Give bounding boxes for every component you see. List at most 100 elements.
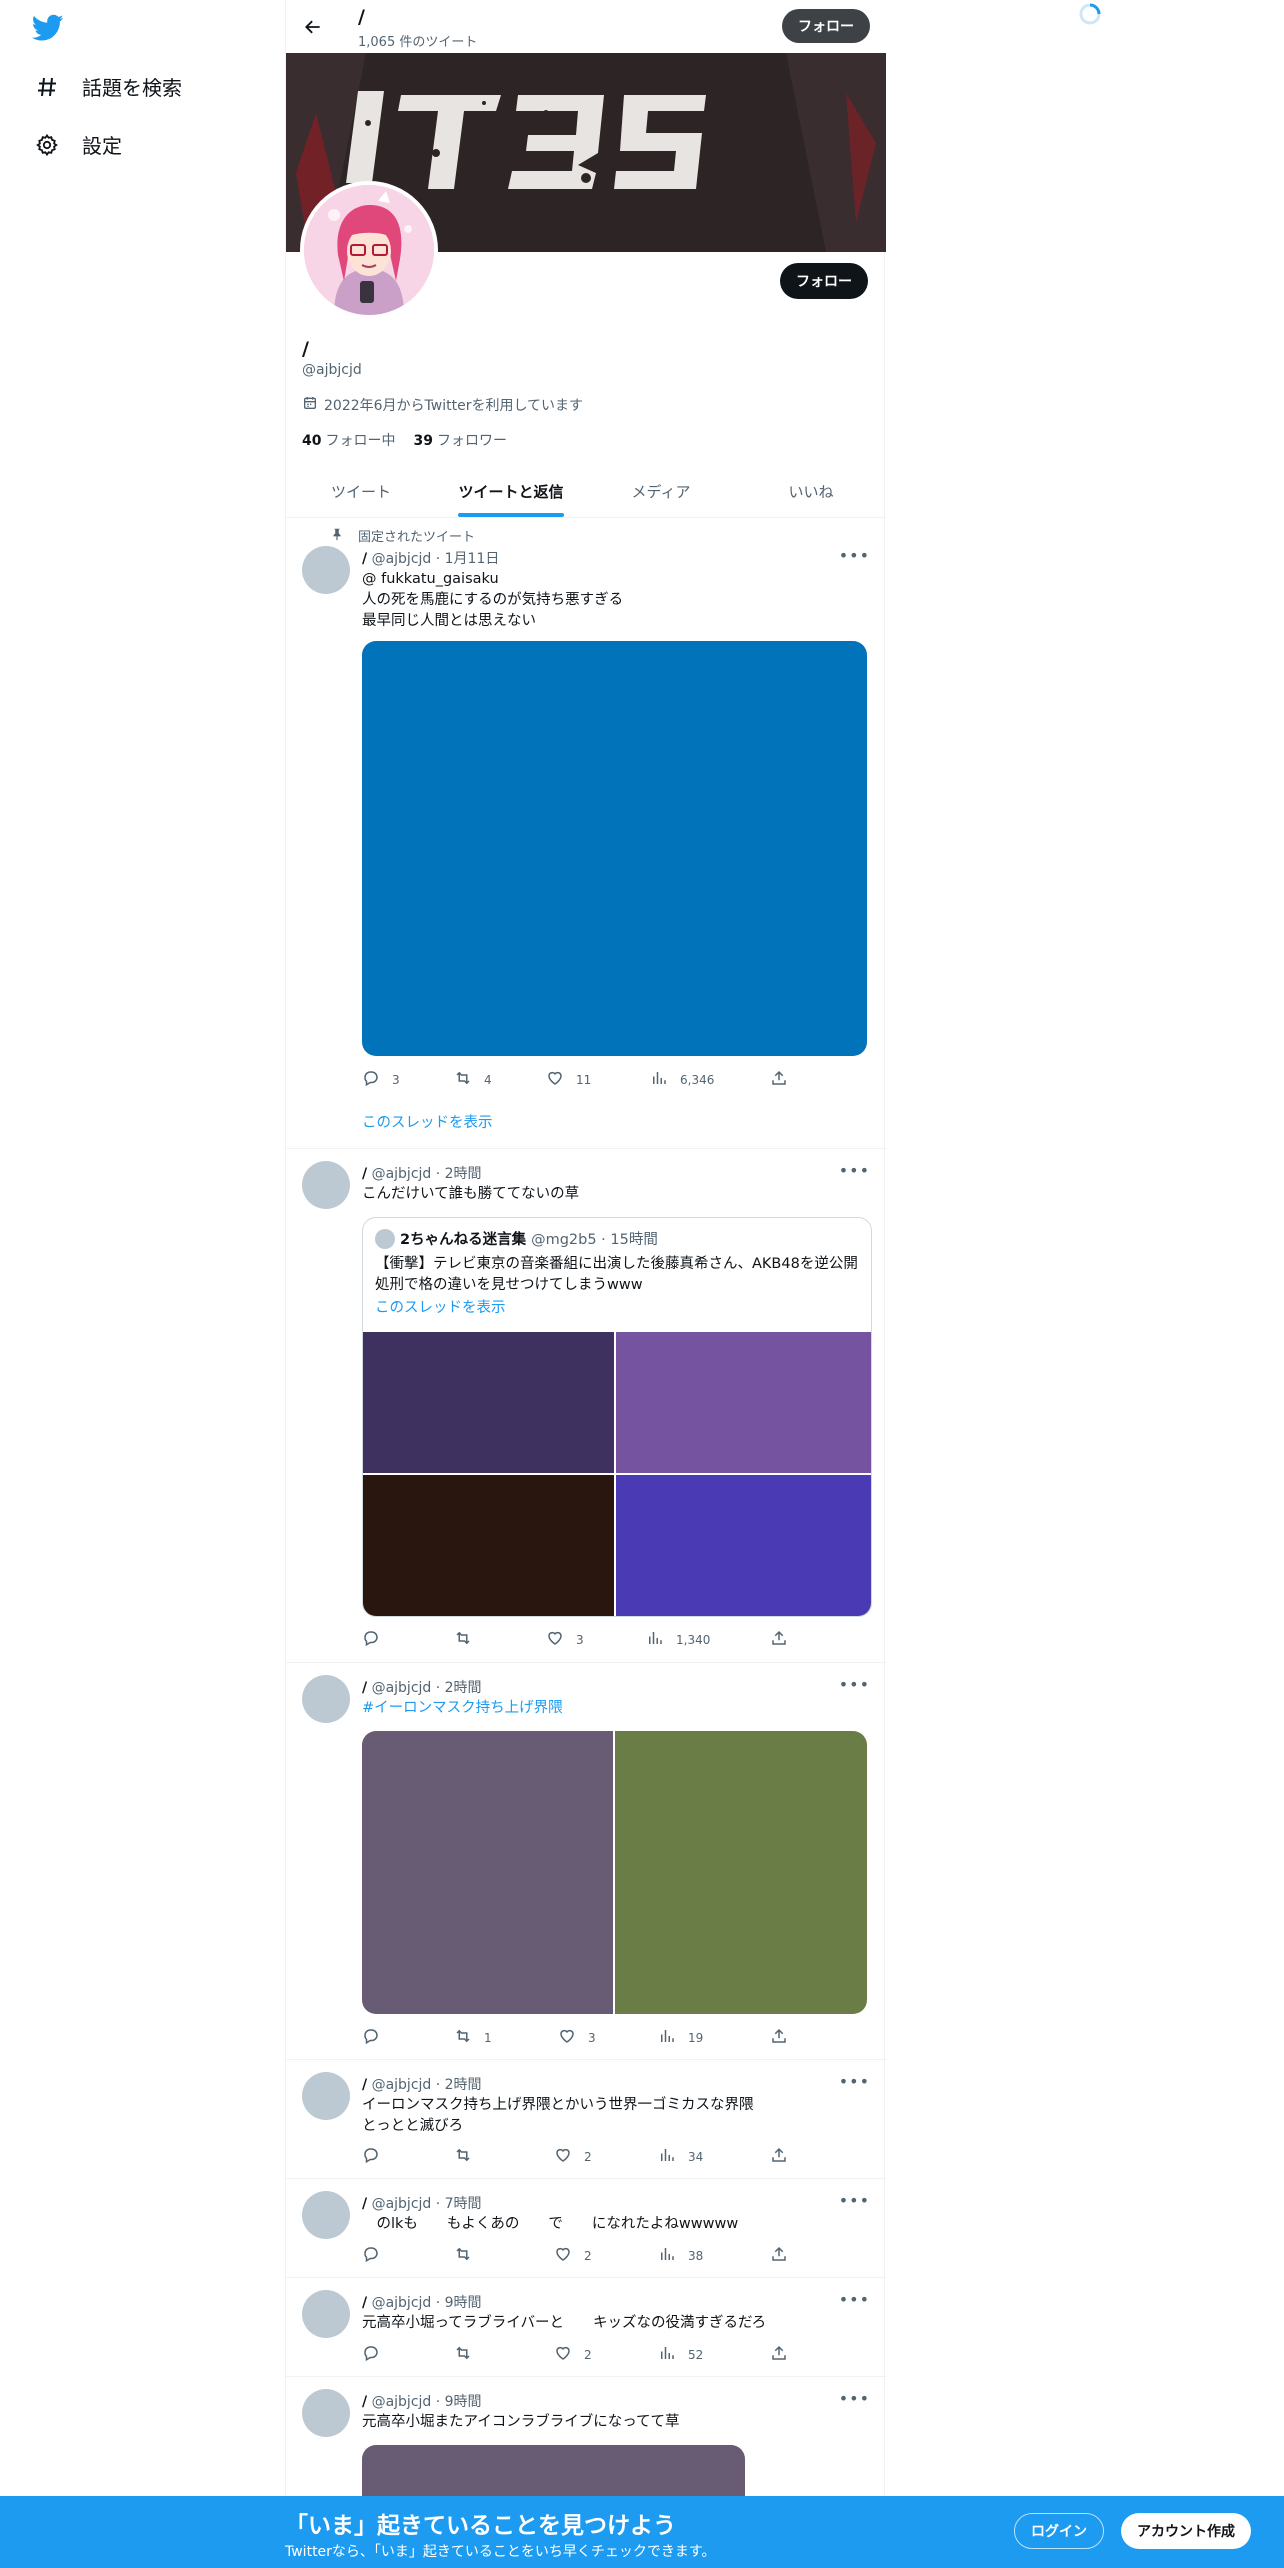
more-icon[interactable]: ••• bbox=[839, 1675, 870, 1694]
like-button[interactable]: 3 bbox=[558, 2027, 596, 2048]
share-button[interactable] bbox=[770, 1069, 788, 1090]
retweet-button[interactable] bbox=[454, 2344, 484, 2365]
quote-media-1[interactable] bbox=[363, 1332, 614, 1473]
reply-button[interactable] bbox=[362, 2245, 392, 2266]
nav-settings[interactable]: 設定 bbox=[34, 130, 122, 159]
views-button[interactable]: 19 bbox=[658, 2027, 703, 2048]
tweet-meta[interactable]: @ajbjcjd · 2時間 bbox=[372, 2077, 482, 2093]
tweet-avatar[interactable] bbox=[302, 546, 350, 594]
quote-media-3[interactable] bbox=[363, 1475, 614, 1616]
share-button[interactable] bbox=[770, 2146, 788, 2167]
quote-thread-link[interactable]: このスレッドを表示 bbox=[375, 1296, 506, 1317]
like-button[interactable]: 2 bbox=[554, 2146, 592, 2167]
twitter-bird-icon[interactable] bbox=[31, 14, 64, 42]
media-image-1[interactable] bbox=[362, 1731, 613, 2014]
quote-text: 【衝撃】テレビ東京の音楽番組に出演した後藤真希さん、AKB48を逆公開処刑で格の… bbox=[375, 1256, 858, 1293]
like-button[interactable]: 11 bbox=[546, 1069, 591, 1090]
header-follow-button[interactable]: フォロー bbox=[782, 9, 870, 43]
login-button[interactable]: ログイン bbox=[1014, 2513, 1104, 2549]
tweet-author[interactable]: / bbox=[362, 551, 367, 567]
views-button[interactable]: 34 bbox=[658, 2146, 703, 2167]
tweet-meta[interactable]: @ajbjcjd · 2時間 bbox=[372, 1680, 482, 1696]
reply-count: 3 bbox=[392, 1072, 400, 1087]
tweet-pinned[interactable]: 固定されたツイート / @ajbjcjd · 1月11日 ••• @ fukka… bbox=[286, 518, 886, 1149]
tweet-media[interactable] bbox=[362, 1731, 867, 2014]
views-button[interactable]: 1,340 bbox=[646, 1629, 710, 1650]
reply-button[interactable] bbox=[362, 1629, 392, 1650]
retweet-button[interactable]: 1 bbox=[454, 2027, 492, 2048]
more-icon[interactable]: ••• bbox=[839, 1161, 870, 1180]
nav-explore[interactable]: 話題を検索 bbox=[34, 72, 182, 101]
more-icon[interactable]: ••• bbox=[839, 2290, 870, 2309]
reply-button[interactable] bbox=[362, 2027, 392, 2048]
following-link[interactable]: 40 フォロー中 bbox=[302, 430, 395, 450]
more-icon[interactable]: ••• bbox=[839, 2072, 870, 2091]
more-icon[interactable]: ••• bbox=[839, 2389, 870, 2408]
tweet-meta[interactable]: @ajbjcjd · 9時間 bbox=[372, 2394, 482, 2410]
quote-media-4[interactable] bbox=[616, 1475, 871, 1616]
tweet-meta[interactable]: @ajbjcjd · 2時間 bbox=[372, 1166, 482, 1182]
tweet[interactable]: / @ajbjcjd · 7時間 ••• のlkも もよくあの で になれたよね… bbox=[286, 2179, 886, 2278]
tweet[interactable]: / @ajbjcjd · 2時間 ••• #イーロンマスク持ち上げ界隈 1 3 … bbox=[286, 1663, 886, 2060]
tweet-author[interactable]: / bbox=[362, 2394, 367, 2410]
retweet-button[interactable] bbox=[454, 2245, 484, 2266]
tweet-author[interactable]: / bbox=[362, 2295, 367, 2311]
like-button[interactable]: 2 bbox=[554, 2344, 592, 2365]
tweet-meta[interactable]: @ajbjcjd · 7時間 bbox=[372, 2196, 482, 2212]
views-button[interactable]: 6,346 bbox=[650, 1069, 714, 1090]
tweet-avatar[interactable] bbox=[302, 2290, 350, 2338]
heart-icon bbox=[558, 2027, 576, 2048]
tweet-author[interactable]: / bbox=[362, 1680, 367, 1696]
hashtag-link[interactable]: #イーロンマスク持ち上げ界隈 bbox=[362, 1698, 872, 1719]
tweet-avatar[interactable] bbox=[302, 2389, 350, 2437]
tweet-avatar[interactable] bbox=[302, 1161, 350, 1209]
more-icon[interactable]: ••• bbox=[839, 2191, 870, 2210]
like-button[interactable]: 3 bbox=[546, 1629, 584, 1650]
share-button[interactable] bbox=[770, 2245, 788, 2266]
tweet[interactable]: / @ajbjcjd · 2時間 ••• こんだけいて誰も勝ててないの草 2ちゃ… bbox=[286, 1149, 886, 1663]
tweet-meta[interactable]: @ajbjcjd · 9時間 bbox=[372, 2295, 482, 2311]
show-thread-link[interactable]: このスレッドを表示 bbox=[362, 1113, 872, 1134]
retweet-button[interactable] bbox=[454, 1629, 484, 1650]
reply-button[interactable] bbox=[362, 2146, 392, 2167]
tweet-avatar[interactable] bbox=[302, 2191, 350, 2239]
tab-likes[interactable]: いいね bbox=[736, 465, 886, 517]
tweet[interactable]: / @ajbjcjd · 2時間 ••• イーロンマスク持ち上げ界隈とかいう世界… bbox=[286, 2060, 886, 2179]
views-count: 19 bbox=[688, 2030, 704, 2045]
like-button[interactable]: 2 bbox=[554, 2245, 592, 2266]
share-button[interactable] bbox=[770, 1629, 788, 1650]
retweet-button[interactable]: 4 bbox=[454, 1069, 492, 1090]
quoted-tweet[interactable]: 2ちゃんねる迷言集 @mg2b5 · 15時間 【衝撃】テレビ東京の音楽番組に出… bbox=[362, 1217, 872, 1617]
tweet-media[interactable] bbox=[362, 641, 867, 1056]
tweet-meta[interactable]: @ajbjcjd · 1月11日 bbox=[372, 551, 500, 567]
tweet-avatar[interactable] bbox=[302, 1675, 350, 1723]
views-icon bbox=[650, 1069, 668, 1090]
signup-button[interactable]: アカウント作成 bbox=[1121, 2513, 1251, 2549]
share-button[interactable] bbox=[770, 2344, 788, 2365]
reply-button[interactable]: 3 bbox=[362, 1069, 400, 1090]
tweet-avatar[interactable] bbox=[302, 2072, 350, 2120]
views-button[interactable]: 52 bbox=[658, 2344, 703, 2365]
tab-tweets[interactable]: ツイート bbox=[286, 465, 436, 517]
follow-button[interactable]: フォロー bbox=[780, 263, 868, 299]
tweet-author[interactable]: / bbox=[362, 2196, 367, 2212]
tweet-author[interactable]: / bbox=[362, 1166, 367, 1182]
tweet-author[interactable]: / bbox=[362, 2077, 367, 2093]
followers-link[interactable]: 39 フォロワー bbox=[413, 430, 506, 450]
profile-name: / bbox=[302, 338, 309, 360]
nav-explore-label: 話題を検索 bbox=[82, 76, 182, 100]
back-arrow-icon[interactable] bbox=[298, 12, 328, 42]
retweet-button[interactable] bbox=[454, 2146, 484, 2167]
quote-media-2[interactable] bbox=[616, 1332, 871, 1473]
views-button[interactable]: 38 bbox=[658, 2245, 703, 2266]
profile-avatar[interactable] bbox=[300, 181, 438, 319]
media-image-2[interactable] bbox=[615, 1731, 867, 2014]
more-icon[interactable]: ••• bbox=[839, 546, 870, 565]
share-button[interactable] bbox=[770, 2027, 788, 2048]
tweet-text: 元高卒小堀ってラブライバーと キッズなの役満すぎるだろ bbox=[362, 2313, 872, 2334]
tweet[interactable]: / @ajbjcjd · 9時間 ••• 元高卒小堀ってラブライバーと キッズな… bbox=[286, 2278, 886, 2377]
tab-tweets-and-replies[interactable]: ツイートと返信 bbox=[436, 465, 586, 517]
avatar-art bbox=[304, 185, 434, 315]
reply-button[interactable] bbox=[362, 2344, 392, 2365]
tab-media[interactable]: メディア bbox=[586, 465, 736, 517]
